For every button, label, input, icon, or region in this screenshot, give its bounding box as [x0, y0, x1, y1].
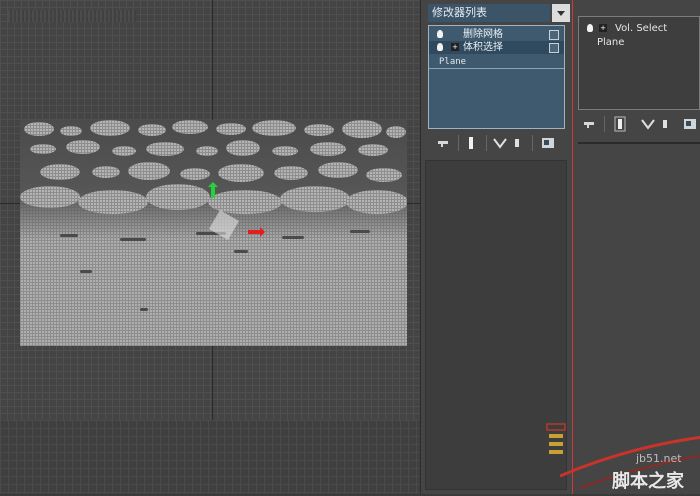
mesh-fragment — [346, 190, 407, 214]
mesh-fragment — [78, 190, 148, 214]
mesh-fragment — [274, 166, 308, 180]
stack-item-delete-mesh[interactable]: 删除网格 — [429, 28, 564, 41]
toolbar-separator — [532, 135, 533, 151]
pin-stack-icon[interactable] — [582, 114, 596, 134]
mesh-fragment — [66, 140, 100, 154]
transform-gizmo-x-axis[interactable] — [248, 227, 265, 237]
viewport-label[interactable] — [8, 10, 136, 22]
mesh-fragment — [30, 144, 56, 154]
stack-item-plane[interactable]: Plane — [579, 36, 700, 49]
mesh-crack — [350, 230, 370, 233]
mesh-fragment — [128, 162, 170, 180]
mesh-crack — [234, 250, 248, 253]
modifier-list-dropdown[interactable]: 修改器列表 — [428, 4, 550, 22]
mesh-fragment — [226, 140, 260, 156]
make-unique-icon[interactable] — [640, 114, 656, 134]
stack-item-checkbox[interactable] — [549, 43, 559, 53]
mesh-crack — [140, 308, 148, 311]
mesh-fragment — [272, 146, 298, 156]
mesh-fragment — [138, 124, 166, 136]
stack-item-label: 删除网格 — [463, 29, 503, 40]
mesh-crack — [80, 270, 92, 273]
mesh-fragment — [342, 120, 382, 138]
mesh-fragment — [40, 164, 80, 180]
remove-modifier-icon[interactable] — [660, 114, 670, 134]
mesh-fragment — [196, 146, 218, 156]
stack-item-label: 体积选择 — [463, 42, 503, 53]
stack-item-plane[interactable]: Plane — [439, 57, 466, 67]
mesh-fragment — [172, 120, 208, 134]
stack-item-checkbox[interactable] — [549, 30, 559, 40]
transform-gizmo-y-axis[interactable] — [208, 182, 218, 198]
toolbar-separator — [486, 135, 487, 151]
mesh-fragment — [366, 168, 402, 182]
lightbulb-icon[interactable] — [437, 30, 443, 38]
mesh-fragment — [146, 184, 210, 210]
configure-modifier-sets-icon[interactable] — [540, 133, 556, 153]
mesh-fragment — [180, 168, 210, 180]
expand-icon[interactable]: + — [599, 24, 607, 32]
stack-toolbar-2 — [578, 114, 700, 134]
mesh-crack — [60, 234, 78, 237]
show-end-result-icon[interactable] — [614, 114, 626, 134]
toolbar-separator — [458, 135, 459, 151]
mesh-fragment — [304, 124, 334, 136]
modifier-stack[interactable]: 删除网格 + 体积选择 Plane — [428, 25, 565, 129]
mesh-fragment — [358, 144, 388, 156]
mesh-fragment — [310, 142, 346, 156]
stack-toolbar — [428, 133, 568, 153]
configure-modifier-sets-icon[interactable] — [682, 114, 698, 134]
mesh-fragment — [146, 142, 184, 156]
modifier-stack-2[interactable]: + Vol. Select Plane — [578, 16, 700, 110]
mesh-fragment — [386, 126, 406, 138]
mesh-fragment — [112, 146, 136, 156]
make-unique-icon[interactable] — [492, 133, 508, 153]
mesh-fragment — [216, 123, 246, 135]
stack-item-vol-select[interactable]: + 体积选择 — [429, 41, 564, 54]
mesh-fragment — [90, 120, 130, 136]
perspective-viewport[interactable] — [0, 0, 420, 494]
lightbulb-icon[interactable] — [437, 43, 443, 51]
mesh-fragment — [92, 166, 120, 178]
mesh-crack — [120, 238, 146, 241]
stack-item-vol-select[interactable]: + Vol. Select — [579, 22, 700, 35]
show-end-result-icon[interactable] — [466, 133, 476, 153]
mesh-fragment — [252, 120, 296, 136]
watermark-site-name: 脚本之家 — [612, 471, 684, 492]
mesh-fragment — [280, 186, 350, 212]
plane-mesh[interactable] — [20, 120, 407, 346]
mesh-fragment — [218, 164, 264, 182]
mesh-fragment — [60, 126, 82, 136]
stack-item-label: Vol. Select — [615, 23, 668, 34]
expand-icon[interactable]: + — [451, 43, 459, 51]
stack-divider — [429, 68, 564, 69]
mesh-crack — [282, 236, 304, 239]
pin-stack-icon[interactable] — [436, 133, 450, 153]
mesh-fragment — [20, 186, 80, 208]
lower-viewport-grid[interactable] — [0, 420, 420, 494]
chevron-down-icon[interactable] — [552, 4, 570, 22]
panel-rule — [578, 142, 700, 144]
stack-item-label: Plane — [597, 37, 625, 48]
toolbar-separator — [604, 116, 605, 132]
watermark-url: jb51.net — [636, 452, 682, 465]
remove-modifier-icon[interactable] — [512, 133, 522, 153]
mesh-fragment — [318, 162, 358, 178]
lightbulb-icon[interactable] — [587, 24, 593, 32]
mesh-fragment — [24, 122, 54, 136]
